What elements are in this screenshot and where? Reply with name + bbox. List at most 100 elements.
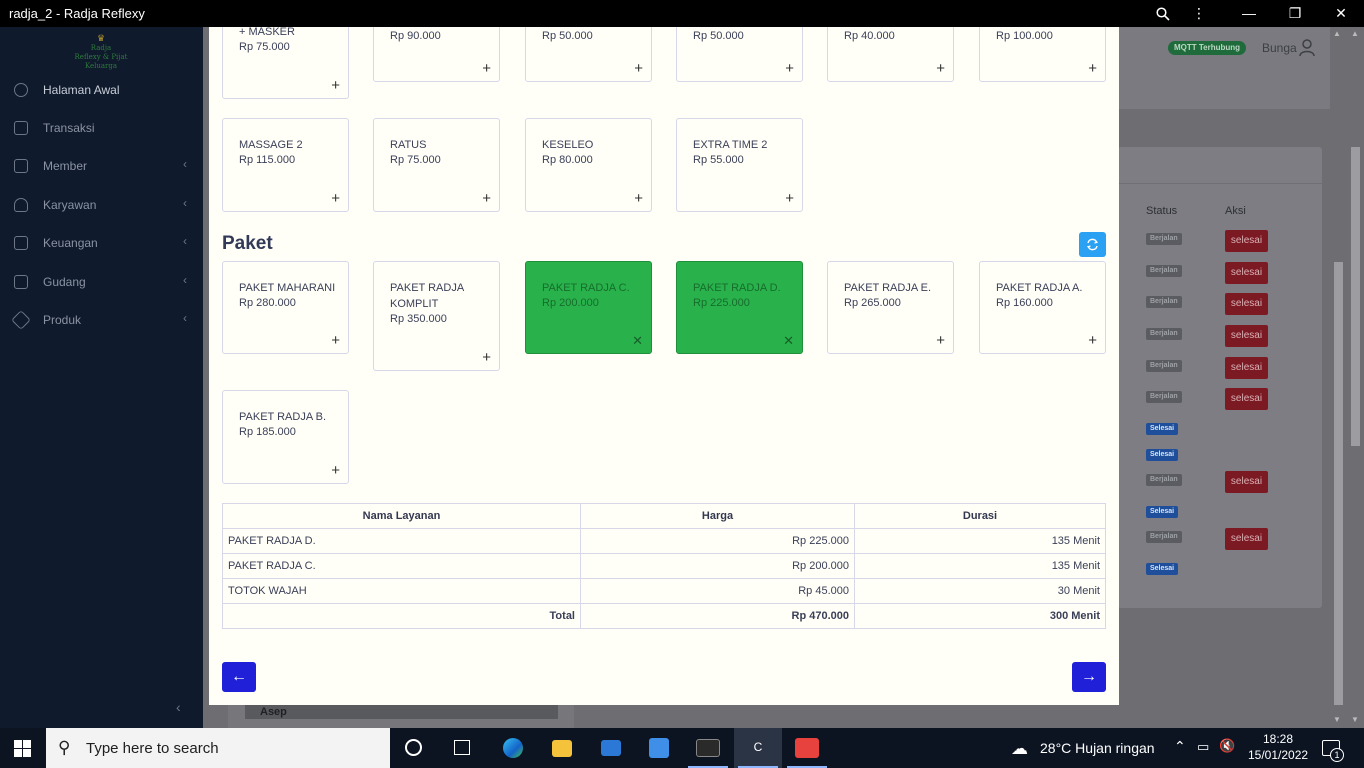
mail-icon[interactable] (587, 728, 635, 768)
package-price: Rp 280.000 (239, 297, 296, 309)
plus-icon[interactable]: + (482, 349, 491, 366)
package-card[interactable]: PAKET RADJA A. Rp 160.000 + (979, 261, 1106, 354)
sidebar-item-label: Halaman Awal (43, 83, 120, 97)
table-header-row: Nama Layanan Harga Durasi (222, 503, 1106, 529)
window-scrollbar[interactable]: ▲ ▼ (1347, 27, 1364, 728)
service-name: MASSAGE 2 (239, 139, 303, 151)
anydesk-icon[interactable] (783, 728, 831, 768)
service-card[interactable]: + MASKER Rp 75.000 + (222, 27, 349, 99)
plus-icon[interactable]: + (936, 60, 945, 77)
finish-button[interactable]: selesai (1225, 325, 1268, 347)
taskbar-clock[interactable]: 18:28 15/01/2022 (1248, 731, 1308, 763)
service-card[interactable]: Rp 90.000 + (373, 27, 500, 82)
package-card-selected[interactable]: PAKET RADJA C. Rp 200.000 ✕ (525, 261, 652, 354)
service-price: Rp 55.000 (693, 154, 744, 166)
user-name[interactable]: Bunga (1262, 41, 1297, 55)
start-button[interactable] (0, 728, 46, 768)
restore-button[interactable]: ❐ (1272, 0, 1318, 27)
close-button[interactable]: ✕ (1318, 0, 1364, 27)
sidebar-collapse-icon[interactable]: ‹ (176, 699, 181, 715)
finish-button[interactable]: selesai (1225, 388, 1268, 410)
sidebar-item-transaksi[interactable]: Transaksi (0, 109, 203, 147)
store-icon[interactable] (635, 728, 683, 768)
scrollbar-thumb[interactable] (1334, 262, 1343, 705)
plus-icon[interactable]: + (634, 60, 643, 77)
taskbar-search[interactable]: ⚲ Type here to search (46, 728, 390, 768)
service-price: Rp 50.000 (693, 30, 744, 42)
taskbar-app-c[interactable]: C (734, 728, 782, 768)
package-card-selected[interactable]: PAKET RADJA D. Rp 225.000 ✕ (676, 261, 803, 354)
service-card[interactable]: MASSAGE 2 Rp 115.000 + (222, 118, 349, 212)
task-view-icon[interactable] (438, 728, 486, 768)
sidebar-item-halaman-awal[interactable]: Halaman Awal (0, 71, 203, 109)
weather-text[interactable]: 28°C Hujan ringan (1040, 740, 1155, 756)
scroll-down-icon[interactable]: ▼ (1351, 715, 1359, 724)
service-card[interactable]: KESELEO Rp 80.000 + (525, 118, 652, 212)
finish-button[interactable]: selesai (1225, 357, 1268, 379)
cell-service-name: PAKET RADJA D. (222, 528, 581, 554)
service-card[interactable]: Rp 50.000 + (525, 27, 652, 82)
more-options-icon[interactable]: ⋮ (1176, 0, 1222, 27)
page-scrollbar[interactable]: ▲ ▼ (1330, 27, 1347, 728)
package-card[interactable]: PAKET MAHARANI Rp 280.000 + (222, 261, 349, 354)
package-price: Rp 265.000 (844, 297, 901, 309)
plus-icon[interactable]: + (634, 190, 643, 207)
sidebar-item-member[interactable]: Member ‹ (0, 147, 203, 185)
plus-icon[interactable]: + (785, 190, 794, 207)
finish-button[interactable]: selesai (1225, 471, 1268, 493)
finish-button[interactable]: selesai (1225, 230, 1268, 252)
remove-icon[interactable]: ✕ (632, 333, 643, 349)
package-card[interactable]: PAKET RADJA B. Rp 185.000 + (222, 390, 349, 484)
refresh-button[interactable] (1079, 232, 1106, 257)
cortana-icon[interactable] (390, 728, 438, 768)
scroll-up-icon[interactable]: ▲ (1351, 29, 1359, 38)
plus-icon[interactable]: + (331, 332, 340, 349)
plus-icon[interactable]: + (482, 190, 491, 207)
minimize-button[interactable]: — (1226, 0, 1272, 27)
package-card[interactable]: PAKET RADJA E. Rp 265.000 + (827, 261, 954, 354)
package-name: PAKET RADJA C. (542, 282, 630, 294)
plus-icon[interactable]: + (936, 332, 945, 349)
package-price: Rp 185.000 (239, 426, 296, 438)
finish-button[interactable]: selesai (1225, 262, 1268, 284)
status-badge: Berjalan (1146, 531, 1182, 543)
file-explorer-icon[interactable] (538, 728, 586, 768)
edge-browser-icon[interactable] (489, 728, 537, 768)
service-card[interactable]: Rp 40.000 + (827, 27, 954, 82)
finish-button[interactable]: selesai (1225, 528, 1268, 550)
volume-muted-icon[interactable]: 🔇 (1219, 738, 1235, 754)
package-card[interactable]: PAKET RADJA KOMPLIT Rp 350.000 + (373, 261, 500, 371)
package-price: Rp 200.000 (542, 297, 599, 309)
remove-icon[interactable]: ✕ (783, 333, 794, 349)
scrollbar-thumb[interactable] (1351, 147, 1360, 446)
terminal-icon[interactable] (684, 728, 732, 768)
sidebar-item-produk[interactable]: Produk ‹ (0, 301, 203, 339)
package-name: PAKET RADJA KOMPLIT (390, 282, 464, 310)
user-icon[interactable] (1299, 39, 1315, 56)
sidebar-item-karyawan[interactable]: Karyawan ‹ (0, 186, 203, 224)
plus-icon[interactable]: + (331, 462, 340, 479)
service-name: KESELEO (542, 139, 594, 151)
service-card[interactable]: RATUS Rp 75.000 + (373, 118, 500, 212)
plus-icon[interactable]: + (331, 77, 340, 94)
scroll-down-icon[interactable]: ▼ (1333, 715, 1341, 724)
service-card[interactable]: EXTRA TIME 2 Rp 55.000 + (676, 118, 803, 212)
sidebar-item-keuangan[interactable]: Keuangan ‹ (0, 224, 203, 262)
plus-icon[interactable]: + (1088, 60, 1097, 77)
service-price: Rp 80.000 (542, 154, 593, 166)
plus-icon[interactable]: + (1088, 332, 1097, 349)
plus-icon[interactable]: + (785, 60, 794, 77)
network-icon[interactable]: ▭ (1197, 739, 1209, 755)
service-card[interactable]: Rp 50.000 + (676, 27, 803, 82)
plus-icon[interactable]: + (482, 60, 491, 77)
service-price: Rp 50.000 (542, 30, 593, 42)
sidebar-item-gudang[interactable]: Gudang ‹ (0, 263, 203, 301)
chevron-left-icon: ‹ (183, 273, 187, 287)
finish-button[interactable]: selesai (1225, 293, 1268, 315)
plus-icon[interactable]: + (331, 190, 340, 207)
next-button[interactable]: → (1072, 662, 1106, 692)
previous-button[interactable]: ← (222, 662, 256, 692)
chevron-up-icon[interactable]: ⌃ (1174, 738, 1186, 755)
scroll-up-icon[interactable]: ▲ (1333, 29, 1341, 38)
service-card[interactable]: Rp 100.000 + (979, 27, 1106, 82)
